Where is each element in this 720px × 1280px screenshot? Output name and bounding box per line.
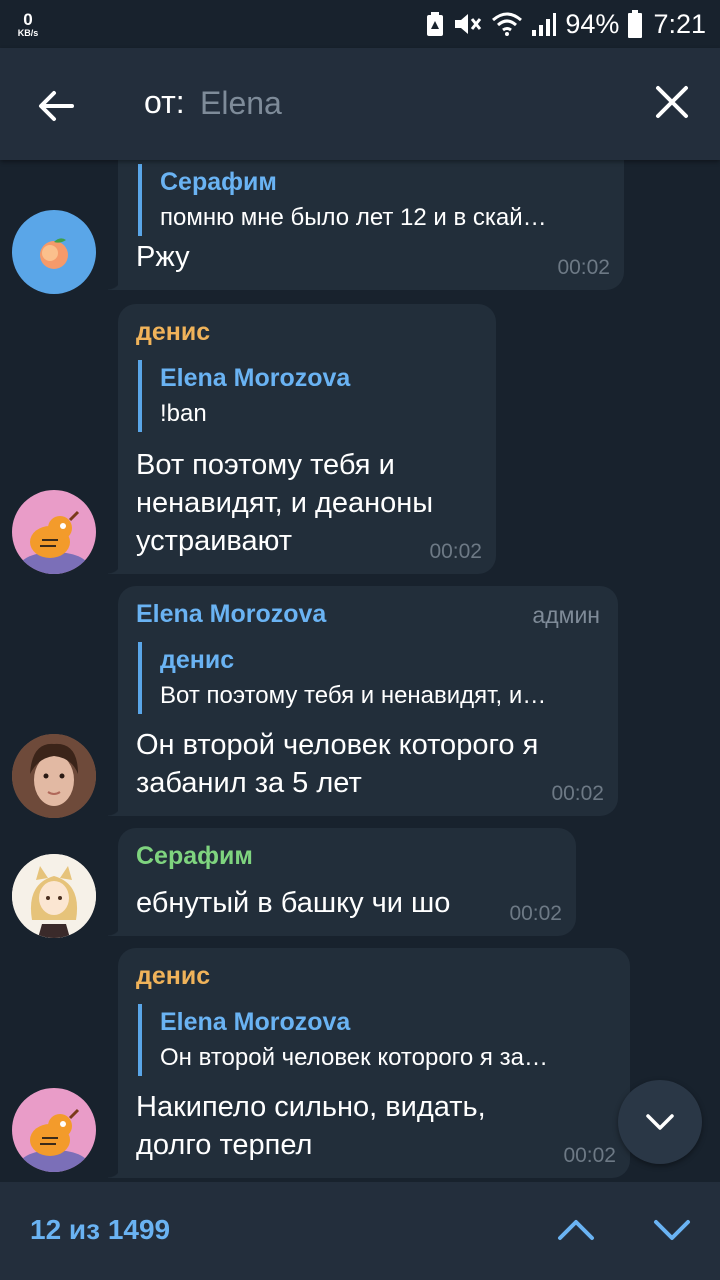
battery-icon <box>628 10 643 38</box>
close-icon <box>656 86 688 118</box>
message-time: 00:02 <box>429 540 482 563</box>
peach-icon <box>40 238 68 269</box>
avatar[interactable] <box>12 490 96 574</box>
sender-name[interactable]: денис <box>136 318 210 347</box>
reply-author: Elena Morozova <box>160 1008 351 1036</box>
message-bubble[interactable]: денис Elena Morozova !ban Вот поэтому те… <box>108 304 496 574</box>
network-speed-value: 0 <box>23 9 33 29</box>
search-input[interactable] <box>200 78 600 128</box>
search-results-bar: 12 из 1499 <box>0 1182 720 1280</box>
mute-icon <box>455 14 482 34</box>
close-search-button[interactable] <box>648 78 696 126</box>
user-photo-icon <box>12 734 96 818</box>
admin-badge: админ <box>532 602 600 628</box>
reply-author: Elena Morozova <box>160 364 351 392</box>
garfield-avatar-icon <box>20 510 88 574</box>
sender-name[interactable]: Серафим <box>136 842 253 871</box>
message-bubble[interactable]: Серафим помню мне было лет 12 и в скай… … <box>108 160 624 290</box>
reply-author: Серафим <box>160 168 277 196</box>
message-text: ебнутый в башку чи шо <box>136 887 451 919</box>
reply-author: денис <box>160 646 235 674</box>
chevron-down-icon <box>654 1220 690 1240</box>
message-text: Он второй человек которого я забанил за … <box>136 726 538 802</box>
recycle-icon <box>427 12 444 36</box>
back-arrow-icon <box>39 91 74 121</box>
clock: 7:21 <box>653 8 706 39</box>
message-line: долго терпел <box>136 1129 313 1161</box>
avatar[interactable] <box>12 1088 96 1172</box>
reply-text: !ban <box>160 400 207 427</box>
next-result-button[interactable] <box>648 1206 696 1254</box>
reply-quote[interactable]: Elena Morozova !ban <box>138 360 478 432</box>
avatar[interactable] <box>12 734 96 818</box>
message-time: 00:02 <box>551 782 604 805</box>
message-line: Накипело сильно, видать, <box>136 1091 486 1123</box>
message-text: Накипело сильно, видать, долго терпел <box>136 1088 486 1164</box>
message[interactable]: Серафим ебнутый в башку чи шо 00:02 <box>0 828 720 938</box>
avatar[interactable] <box>12 854 96 938</box>
message-line: забанил за 5 лет <box>136 767 362 799</box>
results-counter: 12 из 1499 <box>30 1214 171 1245</box>
wifi-icon <box>492 12 523 36</box>
message-text: Ржу <box>136 241 190 273</box>
message-line: устраивают <box>136 525 293 557</box>
reply-text: Он второй человек которого я за… <box>160 1044 548 1071</box>
message-text: Вот поэтому тебя и ненавидят, и деаноны … <box>136 446 433 560</box>
message[interactable]: Elena Morozova админ денис Вот поэтому т… <box>0 586 720 818</box>
message-time: 00:02 <box>563 1144 616 1167</box>
message[interactable]: денис Elena Morozova !ban Вот поэтому те… <box>0 304 720 574</box>
back-button[interactable] <box>28 78 84 134</box>
previous-result-button[interactable] <box>552 1206 600 1254</box>
reply-quote[interactable]: Серафим помню мне было лет 12 и в скай… <box>138 164 608 236</box>
message[interactable]: Серафим помню мне было лет 12 и в скай… … <box>0 160 720 294</box>
reply-quote[interactable]: Elena Morozova Он второй человек которог… <box>138 1004 612 1076</box>
message-time: 00:02 <box>557 256 610 279</box>
status-bar: 0 KB/s 94% 7:21 <box>0 0 720 48</box>
battery-percent: 94% <box>565 8 620 39</box>
avatar[interactable] <box>12 210 96 294</box>
sender-name[interactable]: Elena Morozova <box>136 600 326 629</box>
message-line: ненавидят, и деаноны <box>136 487 434 519</box>
chevron-up-icon <box>558 1220 594 1240</box>
sender-name[interactable]: денис <box>136 962 210 991</box>
message[interactable]: денис Elena Morozova Он второй человек к… <box>0 948 720 1178</box>
chevron-down-icon <box>646 1114 674 1130</box>
garfield-avatar-icon <box>20 1108 88 1172</box>
search-header: от: <box>0 48 720 160</box>
anime-avatar-icon <box>12 854 96 938</box>
reply-text: Вот поэтому тебя и ненавидят, и… <box>160 682 547 709</box>
reply-text: помню мне было лет 12 и в скай… <box>160 204 547 231</box>
network-speed-unit: KB/s <box>17 27 39 38</box>
reply-quote[interactable]: денис Вот поэтому тебя и ненавидят, и… <box>138 642 600 714</box>
signal-icon <box>532 13 557 36</box>
message-line: Он второй человек которого я <box>136 729 539 761</box>
message-list[interactable]: Серафим помню мне было лет 12 и в скай… … <box>0 160 720 1182</box>
search-filter-prefix: от: <box>144 84 185 120</box>
network-speed: 0 KB/s <box>14 11 42 38</box>
message-bubble[interactable]: Elena Morozova админ денис Вот поэтому т… <box>108 586 618 816</box>
message-line: Вот поэтому тебя и <box>136 449 395 481</box>
message-bubble[interactable]: денис Elena Morozova Он второй человек к… <box>108 948 630 1178</box>
message-time: 00:02 <box>509 902 562 925</box>
message-bubble[interactable]: Серафим ебнутый в башку чи шо 00:02 <box>108 828 576 936</box>
scroll-to-bottom-button[interactable] <box>618 1080 702 1164</box>
